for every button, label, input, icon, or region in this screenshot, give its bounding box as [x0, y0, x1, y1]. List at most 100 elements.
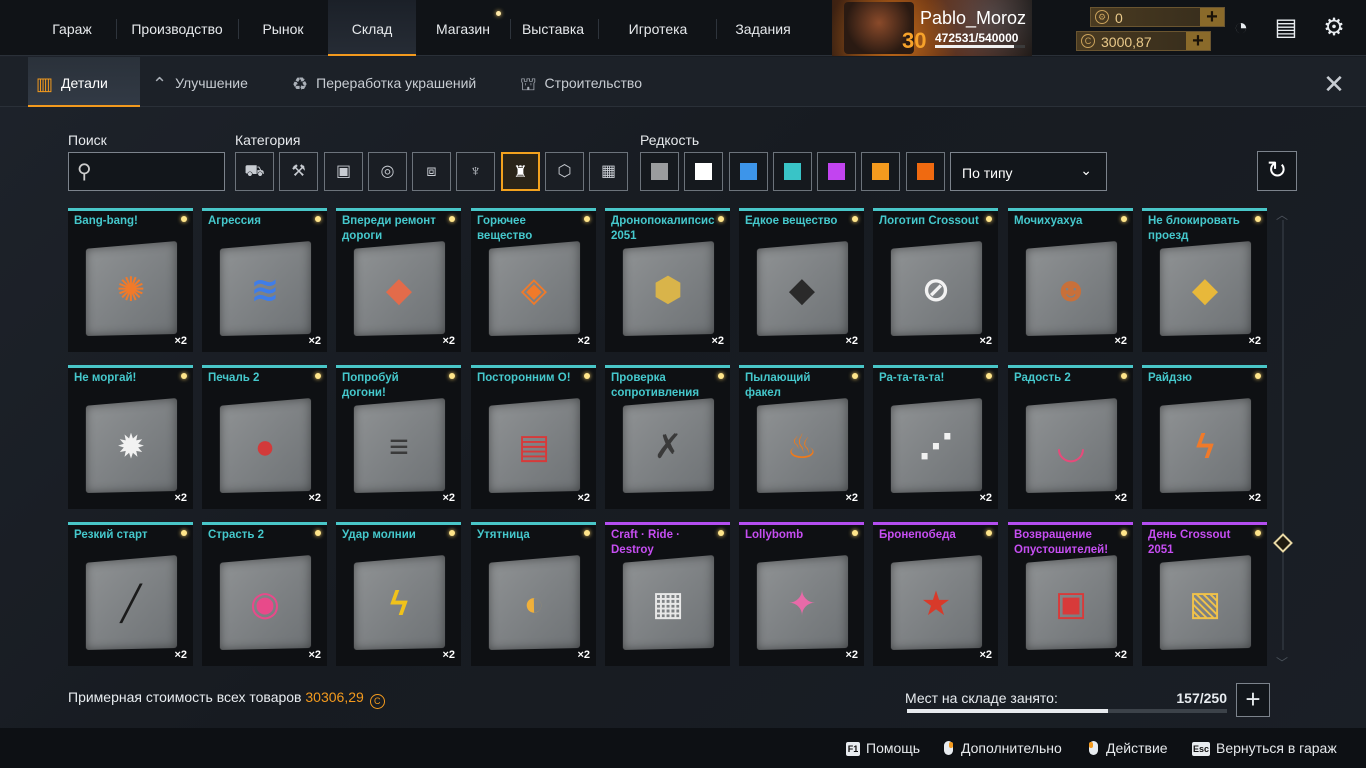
tab-construction[interactable]: ⛫ Строительство — [520, 57, 660, 107]
shop-notification-dot — [496, 11, 501, 16]
item-card[interactable]: Утятница ◐ ×2 — [471, 522, 596, 666]
category-paint-button[interactable]: ♜ — [501, 152, 540, 191]
item-card[interactable]: Пылающий факел ♨ ×2 — [739, 365, 864, 509]
item-card[interactable]: Мочихуахуа ☻ ×2 — [1008, 208, 1133, 352]
item-name: Печаль 2 — [208, 372, 260, 384]
nav-game-room[interactable]: Игротека — [608, 0, 708, 56]
item-card[interactable]: Удар молнии ϟ ×2 — [336, 522, 461, 666]
capacity-bar — [907, 709, 1227, 713]
top-nav-bar: Гараж Производство Рынок Склад Магазин В… — [0, 0, 1366, 56]
nav-missions[interactable]: Задания — [722, 0, 804, 56]
item-card[interactable]: Дронопокалипсис 2051 ⬢ ×2 — [605, 208, 730, 352]
tab-upgrade[interactable]: ⌃ Улучшение — [152, 57, 272, 107]
tab-decor-recycling[interactable]: ♻ Переработка украшений — [292, 57, 502, 107]
category-frames-button[interactable]: ⧈ — [412, 152, 451, 191]
category-modules-button[interactable]: ▣ — [324, 152, 363, 191]
nav-shop[interactable]: Магазин — [420, 0, 506, 56]
item-name: Едкое вещество — [745, 215, 838, 227]
item-name: Бронепобеда — [879, 529, 956, 541]
item-card[interactable]: Бронепобеда ★ ×2 — [873, 522, 998, 666]
new-item-dot — [718, 373, 724, 379]
category-weapons-button[interactable]: ⚒ — [279, 152, 318, 191]
category-all-button[interactable]: ▦ — [589, 152, 628, 191]
scroll-down-icon[interactable]: ﹀ — [1276, 654, 1288, 671]
help-hint[interactable]: F1 Помощь — [846, 740, 920, 756]
mouse-left-icon — [1089, 741, 1098, 755]
item-card[interactable]: Посторонним О! ▤ ×2 — [471, 365, 596, 509]
rarity-special-button[interactable] — [729, 152, 768, 191]
item-card[interactable]: Впереди ремонт дороги ◆ ×2 — [336, 208, 461, 352]
back-to-garage-hint[interactable]: Esc Вернуться в гараж — [1192, 740, 1337, 756]
item-name: Дронопокалипсис 2051 — [611, 215, 715, 242]
category-decor-button[interactable]: ♆ — [456, 152, 495, 191]
item-card[interactable]: Райдзю ϟ ×2 — [1142, 365, 1267, 509]
item-card[interactable]: Возвращение Опустошителей! ▣ ×2 — [1008, 522, 1133, 666]
storage-screen: { "nav": { "items": ["Гараж","Производст… — [0, 0, 1366, 768]
rarity-relic-button[interactable] — [906, 152, 945, 191]
rarity-common-button[interactable] — [640, 152, 679, 191]
item-card[interactable]: Попробуй догони! ≡ ×2 — [336, 365, 461, 509]
item-name: Посторонним О! — [477, 372, 571, 384]
item-card[interactable]: Радость 2 ◡ ×2 — [1008, 365, 1133, 509]
nav-storage[interactable]: Склад — [328, 0, 416, 56]
item-card[interactable]: Агрессия ≋ ×2 — [202, 208, 327, 352]
chat-icon[interactable]: ▤ — [1272, 14, 1300, 42]
item-name: Утятница — [477, 529, 530, 541]
add-credits-button[interactable]: + — [1186, 31, 1210, 51]
decal-image: ϟ — [1196, 428, 1214, 466]
tab-parts[interactable]: ▥ Детали — [28, 57, 140, 107]
rarity-regular-button[interactable] — [684, 152, 723, 191]
item-card[interactable]: День Crossout 2051 ▧ — [1142, 522, 1267, 666]
nav-production[interactable]: Производство — [122, 0, 232, 56]
decal-image: ≡ — [389, 428, 409, 466]
item-card[interactable]: Печаль 2 ● ×2 — [202, 365, 327, 509]
settings-gear-icon[interactable]: ⚙ — [1320, 14, 1348, 42]
item-card[interactable]: Горючее вещество ◈ ×2 — [471, 208, 596, 352]
rarity-legendary-button[interactable] — [861, 152, 900, 191]
item-card[interactable]: Не моргай! ✹ ×2 — [68, 365, 193, 509]
category-resources-button[interactable]: ⬡ — [545, 152, 584, 191]
new-item-dot — [986, 216, 992, 222]
scrollbar-track[interactable] — [1282, 220, 1284, 650]
category-wheels-button[interactable]: ◎ — [368, 152, 407, 191]
category-cabins-button[interactable]: ⛟ — [235, 152, 274, 191]
add-coins-button[interactable]: + — [1200, 7, 1224, 27]
item-card[interactable]: Bang-bang! ✺ ×2 — [68, 208, 193, 352]
new-item-dot — [986, 530, 992, 536]
item-card[interactable]: Проверка сопротивления ✗ — [605, 365, 730, 509]
sort-dropdown[interactable]: По типу ⌄ — [950, 152, 1107, 191]
item-name: Craft · Ride · Destroy — [611, 529, 680, 556]
expand-storage-button[interactable]: + — [1236, 683, 1270, 717]
rarity-epic-button[interactable] — [817, 152, 856, 191]
new-item-dot — [584, 530, 590, 536]
chevron-down-icon: ⌄ — [1080, 162, 1092, 178]
nav-exhibition[interactable]: Выставка — [514, 0, 592, 56]
action-hint[interactable]: Действие — [1089, 740, 1168, 756]
tab-construction-label: Строительство — [544, 75, 642, 91]
item-quantity: ×2 — [1248, 335, 1261, 347]
item-card[interactable]: Резкий старт ╱ ×2 — [68, 522, 193, 666]
rarity-rare-button[interactable] — [773, 152, 812, 191]
item-card[interactable]: Ра-та-та-та! ⋰ ×2 — [873, 365, 998, 509]
item-card[interactable]: Страсть 2 ◉ ×2 — [202, 522, 327, 666]
nav-garage[interactable]: Гараж — [34, 0, 110, 56]
scrollbar-thumb[interactable] — [1273, 533, 1293, 553]
new-item-dot — [181, 530, 187, 536]
nav-separator — [510, 19, 511, 39]
speedometer-icon[interactable]: ◔ — [1227, 14, 1255, 42]
item-card[interactable]: Логотип Crossout ⊘ ×2 — [873, 208, 998, 352]
refresh-button[interactable]: ↻ — [1257, 151, 1297, 191]
new-item-dot — [584, 373, 590, 379]
item-name: Возвращение Опустошителей! — [1014, 529, 1109, 556]
item-card[interactable]: Едкое вещество ◆ ×2 — [739, 208, 864, 352]
close-icon[interactable]: ✕ — [1320, 70, 1348, 98]
more-hint[interactable]: Дополнительно — [944, 740, 1062, 756]
search-input[interactable] — [105, 159, 215, 185]
nav-market[interactable]: Рынок — [244, 0, 322, 56]
search-field[interactable]: ⚲ — [68, 152, 225, 191]
capacity-value: 157/250 — [1176, 690, 1227, 706]
new-item-dot — [449, 373, 455, 379]
item-card[interactable]: Lollybomb ✦ ×2 — [739, 522, 864, 666]
item-card[interactable]: Craft · Ride · Destroy ▦ — [605, 522, 730, 666]
item-card[interactable]: Не блокировать проезд ◆ ×2 — [1142, 208, 1267, 352]
